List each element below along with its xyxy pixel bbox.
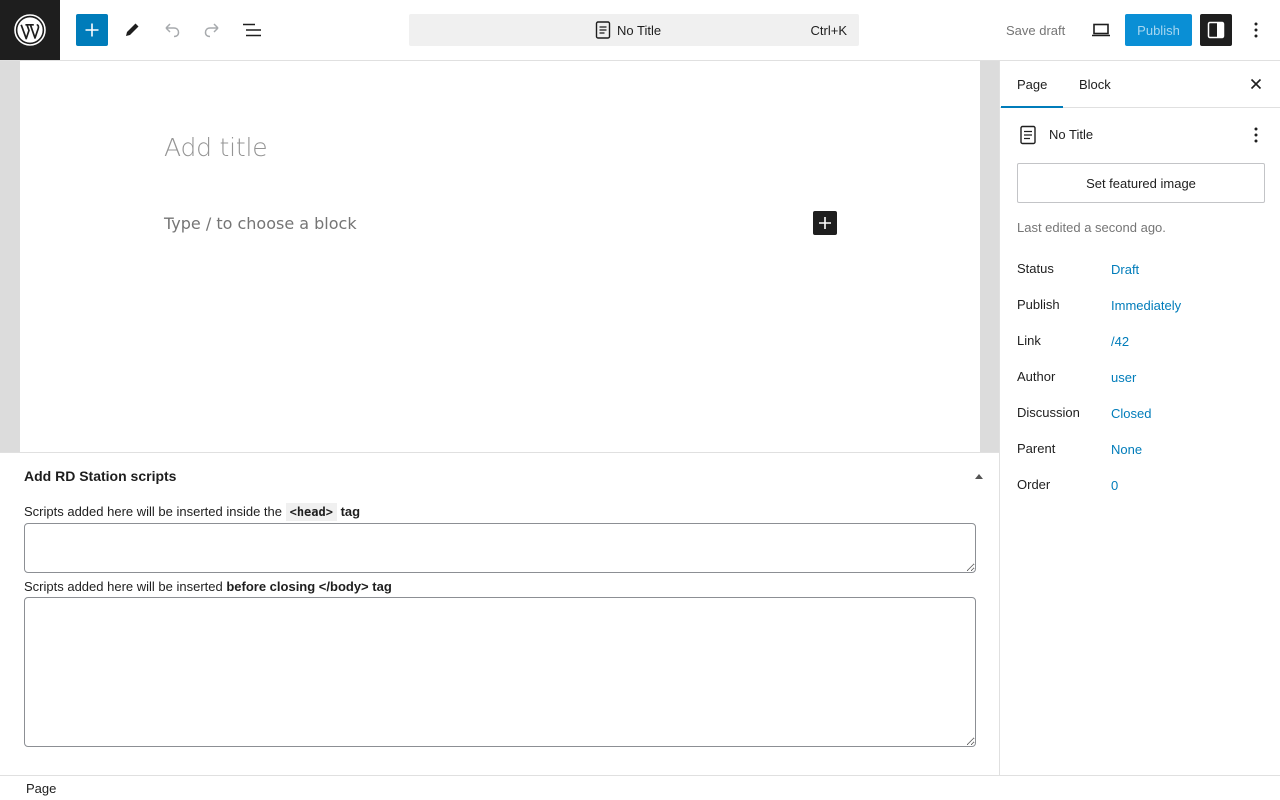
status-row: Status Draft bbox=[1017, 261, 1265, 281]
redo-icon bbox=[204, 23, 219, 38]
settings-sidebar: Page Block No Title Set featured image L… bbox=[999, 61, 1280, 775]
settings-toggle-button[interactable] bbox=[1200, 14, 1232, 46]
order-row: Order 0 bbox=[1017, 477, 1265, 497]
wordpress-logo-button[interactable] bbox=[0, 0, 60, 60]
tools-button[interactable] bbox=[116, 14, 148, 46]
command-palette-button[interactable]: No Title Ctrl+K bbox=[409, 14, 859, 46]
head-scripts-label: Scripts added here will be inserted insi… bbox=[24, 503, 361, 521]
document-title: No Title bbox=[617, 22, 662, 38]
parent-row: Parent None bbox=[1017, 441, 1265, 461]
metabox-title: Add RD Station scripts bbox=[24, 468, 177, 484]
order-label: Order bbox=[1017, 477, 1051, 492]
parent-label: Parent bbox=[1017, 441, 1056, 456]
body-scripts-label: Scripts added here will be inserted befo… bbox=[24, 579, 392, 594]
rd-station-metabox: Add RD Station scripts Scripts added her… bbox=[0, 452, 1000, 775]
permalink-button[interactable]: /42 bbox=[1111, 334, 1129, 349]
plus-icon bbox=[85, 23, 99, 37]
page-icon bbox=[1020, 125, 1036, 145]
preview-button[interactable] bbox=[1085, 14, 1117, 46]
post-title-input[interactable]: Add title bbox=[164, 133, 268, 162]
plus-icon bbox=[819, 217, 831, 229]
undo-button[interactable] bbox=[156, 14, 188, 46]
editor-canvas[interactable]: Add title Type / to choose a block bbox=[20, 61, 980, 452]
document-card: No Title bbox=[1017, 123, 1265, 147]
head-tag-code: <head> bbox=[285, 503, 337, 521]
sidebar-document-title: No Title bbox=[1049, 127, 1094, 142]
desktop-icon bbox=[1092, 23, 1110, 37]
pencil-icon bbox=[126, 23, 139, 36]
body-scripts-textarea[interactable] bbox=[24, 597, 976, 747]
default-block-appender[interactable]: Type / to choose a block bbox=[164, 214, 357, 233]
link-row: Link /42 bbox=[1017, 333, 1265, 353]
publish-row: Publish Immediately bbox=[1017, 297, 1265, 317]
link-label: Link bbox=[1017, 333, 1041, 348]
document-title-group: No Title bbox=[595, 21, 661, 39]
document-overview-button[interactable] bbox=[236, 14, 268, 46]
status-label: Status bbox=[1017, 261, 1054, 276]
status-value-button[interactable]: Draft bbox=[1111, 262, 1139, 277]
inline-block-inserter-button[interactable] bbox=[813, 211, 837, 235]
list-view-icon bbox=[243, 23, 261, 37]
body-label-bold: before closing </body> tag bbox=[226, 579, 392, 594]
metabox-collapse-button[interactable] bbox=[970, 467, 988, 485]
publish-label: Publish bbox=[1017, 297, 1060, 312]
publish-button[interactable]: Publish bbox=[1125, 14, 1192, 46]
sidebar-tabs: Page Block bbox=[1000, 61, 1280, 108]
more-vertical-icon bbox=[1254, 127, 1258, 143]
discussion-row: Discussion Closed bbox=[1017, 405, 1265, 425]
tab-block[interactable]: Block bbox=[1063, 61, 1127, 108]
breadcrumb[interactable]: Page bbox=[26, 781, 56, 796]
save-draft-button[interactable]: Save draft bbox=[996, 14, 1075, 46]
author-row: Author user bbox=[1017, 369, 1265, 389]
author-button[interactable]: user bbox=[1111, 370, 1136, 385]
head-label-prefix: Scripts added here will be inserted insi… bbox=[24, 504, 286, 519]
discussion-label: Discussion bbox=[1017, 405, 1080, 420]
close-sidebar-button[interactable] bbox=[1244, 72, 1268, 96]
head-label-suffix: tag bbox=[336, 504, 361, 519]
last-edited-text: Last edited a second ago. bbox=[1017, 220, 1166, 235]
more-vertical-icon bbox=[1254, 22, 1258, 38]
command-shortcut-label: Ctrl+K bbox=[810, 23, 847, 38]
triangle-up-icon bbox=[975, 474, 983, 479]
publish-date-button[interactable]: Immediately bbox=[1111, 298, 1181, 313]
parent-button[interactable]: None bbox=[1111, 442, 1142, 457]
head-scripts-textarea[interactable] bbox=[24, 523, 976, 573]
undo-icon bbox=[165, 23, 180, 38]
document-actions-button[interactable] bbox=[1244, 123, 1268, 147]
discussion-button[interactable]: Closed bbox=[1111, 406, 1151, 421]
close-icon bbox=[1250, 78, 1262, 90]
block-inserter-button[interactable] bbox=[76, 14, 108, 46]
page-icon bbox=[595, 21, 611, 39]
set-featured-image-button[interactable]: Set featured image bbox=[1017, 163, 1265, 203]
order-button[interactable]: 0 bbox=[1111, 478, 1118, 493]
body-label-prefix: Scripts added here will be inserted bbox=[24, 579, 227, 594]
editor-header: No Title Ctrl+K Save draft Publish bbox=[0, 0, 1280, 61]
sidebar-icon bbox=[1207, 21, 1225, 39]
tab-page[interactable]: Page bbox=[1001, 61, 1063, 108]
editor-footer: Page bbox=[0, 775, 1280, 800]
wordpress-icon bbox=[14, 14, 46, 46]
redo-button[interactable] bbox=[196, 14, 228, 46]
editor-canvas-area: Add title Type / to choose a block bbox=[0, 61, 1000, 452]
options-menu-button[interactable] bbox=[1240, 14, 1272, 46]
author-label: Author bbox=[1017, 369, 1056, 384]
